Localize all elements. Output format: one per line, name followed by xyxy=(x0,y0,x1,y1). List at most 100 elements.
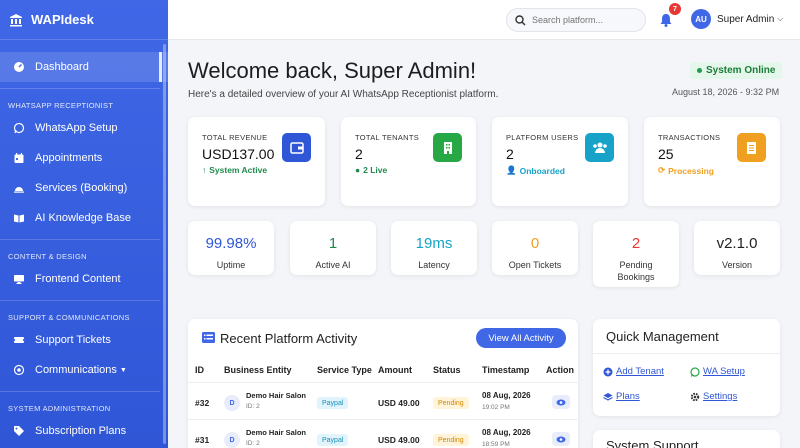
business-id: ID: 2 xyxy=(246,403,260,410)
status-dot-icon xyxy=(697,68,702,73)
section-heading: SUPPORT & COMMUNICATIONS xyxy=(8,312,130,322)
tags-icon xyxy=(13,425,25,437)
sidebar-item-support-tickets[interactable]: Support Tickets xyxy=(0,325,168,355)
chevron-down-icon: ⌵ xyxy=(777,14,784,23)
business-avatar: D xyxy=(224,395,240,411)
link-label: Settings xyxy=(703,391,738,402)
stat-value: 2 xyxy=(355,146,363,162)
metric-label: Version xyxy=(721,260,753,270)
sidebar-item-subscription-plans[interactable]: Subscription Plans xyxy=(0,416,168,446)
system-support-panel: System Support xyxy=(593,430,780,448)
brand-name: WAPIdesk xyxy=(31,12,94,27)
sidebar-item-ai-knowledge-base[interactable]: AI Knowledge Base xyxy=(0,203,168,233)
stat-card-tenants: TOTAL TENANTS 2 ● 2 Live xyxy=(341,117,476,206)
sidebar-item-label: Frontend Content xyxy=(35,273,121,285)
datetime: August 18, 2026 - 9:32 PM xyxy=(672,87,780,97)
chevron-down-icon: ▼ xyxy=(119,366,127,374)
calendar-icon xyxy=(13,152,25,164)
notification-badge: 7 xyxy=(669,3,681,15)
recent-activity-panel: Recent Platform Activity View All Activi… xyxy=(188,319,578,448)
stat-label: TOTAL REVENUE xyxy=(202,133,268,142)
bank-icon xyxy=(10,13,22,26)
column-header: Action xyxy=(546,365,574,375)
sidebar-item-appointments[interactable]: Appointments xyxy=(0,143,168,173)
stat-label: TOTAL TENANTS xyxy=(355,133,420,142)
sidebar: WAPIdesk Dashboard WHATSAPP RECEPTIONIST… xyxy=(0,0,168,448)
table-row: #31 D Demo Hair Salon ID: 2 Paypal USD 4… xyxy=(188,419,578,448)
metric-value: 2 xyxy=(631,235,641,252)
topbar: 7 AU Super Admin ⌵ xyxy=(168,0,800,40)
building-icon xyxy=(433,133,462,162)
business-avatar: D xyxy=(224,432,240,448)
sidebar-item-services[interactable]: Services (Booking) xyxy=(0,173,168,203)
divider xyxy=(0,88,160,89)
desktop-icon xyxy=(13,273,25,285)
column-header: ID xyxy=(195,365,204,375)
business-id: ID: 2 xyxy=(246,440,260,447)
eye-icon xyxy=(556,436,566,442)
sidebar-item-frontend-content[interactable]: Frontend Content xyxy=(0,264,168,294)
stat-sub: ⟳ Processing xyxy=(658,165,714,176)
whatsapp-icon xyxy=(13,122,25,134)
search-box[interactable] xyxy=(506,8,646,32)
user-menu[interactable]: AU Super Admin ⌵ xyxy=(691,9,783,29)
link-label: Add Tenant xyxy=(616,366,664,377)
stat-value: 25 xyxy=(658,146,674,162)
view-all-activity-button[interactable]: View All Activity xyxy=(476,328,566,348)
status-badge: Pending xyxy=(433,434,469,446)
timestamp-time: 19:02 PM xyxy=(482,404,510,411)
stat-label: PLATFORM USERS xyxy=(506,133,579,142)
metric-card-active-ai: 1 Active AI xyxy=(290,221,376,275)
whatsapp-icon xyxy=(690,366,700,377)
sidebar-item-communications[interactable]: Communications ▼ xyxy=(0,355,168,385)
timestamp-date: 08 Aug, 2026 xyxy=(482,391,531,400)
stat-sub-text: 2 Live xyxy=(363,165,388,175)
layers-icon xyxy=(603,392,613,402)
sidebar-item-label: Services (Booking) xyxy=(35,182,128,194)
column-header: Status xyxy=(433,365,461,375)
sidebar-item-whatsapp-setup[interactable]: WhatsApp Setup xyxy=(0,113,168,143)
sidebar-item-label: Dashboard xyxy=(35,61,89,73)
divider xyxy=(0,300,160,301)
search-input[interactable] xyxy=(532,15,640,25)
status-badge: Pending xyxy=(433,397,469,409)
sidebar-item-dashboard[interactable]: Dashboard xyxy=(0,52,168,82)
sidebar-scrollbar[interactable] xyxy=(163,44,166,444)
stat-card-users: PLATFORM USERS 2 👤 Onboarded xyxy=(492,117,628,206)
plans-link[interactable]: Plans xyxy=(603,391,640,402)
panel-title: System Support xyxy=(606,438,699,448)
panel-title: Quick Management xyxy=(606,329,719,344)
timestamp-date: 08 Aug, 2026 xyxy=(482,428,531,437)
business-name: Demo Hair Salon xyxy=(246,428,307,437)
metric-card-latency: 19ms Latency xyxy=(391,221,477,275)
metric-label: Uptime xyxy=(216,260,246,270)
column-header: Business Entity xyxy=(224,365,292,375)
user-name: Super Admin xyxy=(717,13,775,25)
avatar: AU xyxy=(691,9,711,29)
metric-label: Latency xyxy=(418,260,450,270)
plus-circle-icon xyxy=(603,367,613,377)
stat-sub-text: System Active xyxy=(209,165,268,175)
brand[interactable]: WAPIdesk xyxy=(0,0,168,40)
metric-value: 99.98% xyxy=(205,235,257,252)
wallet-icon xyxy=(282,133,311,162)
stat-card-revenue: TOTAL REVENUE USD137.00 ↑ System Active xyxy=(188,117,325,206)
row-id: #32 xyxy=(195,398,210,408)
metric-value: 1 xyxy=(328,235,338,252)
sync-icon: ⟳ xyxy=(658,165,666,175)
users-icon xyxy=(585,133,614,162)
row-id: #31 xyxy=(195,435,210,445)
sidebar-item-label: AI Knowledge Base xyxy=(35,212,132,224)
settings-link[interactable]: Settings xyxy=(690,391,737,402)
view-button[interactable] xyxy=(552,432,570,446)
metric-label: Pending Bookings xyxy=(593,259,679,283)
page-title: Welcome back, Super Admin! xyxy=(188,58,477,83)
metric-card-pending-bookings: 2 Pending Bookings xyxy=(593,221,679,287)
link-label: WA Setup xyxy=(703,366,745,377)
stat-value: USD137.00 xyxy=(202,146,275,162)
table-row: #32 D Demo Hair Salon ID: 2 Paypal USD 4… xyxy=(188,382,578,418)
view-button[interactable] xyxy=(552,395,570,409)
wa-setup-link[interactable]: WA Setup xyxy=(690,366,745,377)
add-tenant-link[interactable]: Add Tenant xyxy=(603,366,664,377)
sidebar-item-label: Support Tickets xyxy=(35,334,111,346)
